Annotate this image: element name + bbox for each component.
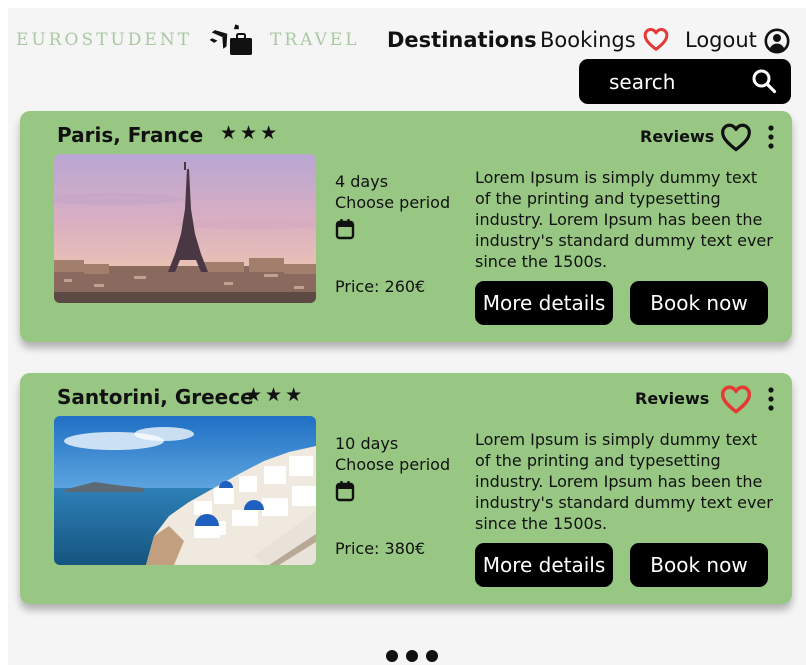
- search-input[interactable]: search: [609, 70, 675, 94]
- heart-icon[interactable]: [720, 122, 752, 152]
- more-details-button[interactable]: More details: [475, 543, 613, 587]
- brand-word-left: EUROSTUDENT: [16, 30, 193, 50]
- trip-duration: 4 days: [335, 172, 389, 191]
- calendar-icon[interactable]: [335, 480, 355, 502]
- more-options-icon[interactable]: [766, 124, 776, 150]
- star-rating: ★★★: [220, 122, 281, 144]
- more-options-icon[interactable]: [766, 386, 776, 412]
- destination-description: Lorem Ipsum is simply dummy text of the …: [475, 430, 773, 533]
- destination-card-santorini: Santorini, Greece ★★★ Reviews 10 days Ch…: [20, 373, 792, 604]
- brand-logo[interactable]: EUROSTUDENT TRAVEL: [16, 24, 360, 55]
- destination-title[interactable]: Paris, France: [57, 123, 203, 147]
- book-now-button[interactable]: Book now: [630, 281, 768, 325]
- search-bar[interactable]: search: [579, 59, 791, 104]
- reviews-link[interactable]: Reviews: [640, 127, 714, 146]
- heart-icon[interactable]: [720, 384, 752, 414]
- price-label: Price: 260€: [335, 277, 426, 296]
- price-label: Price: 380€: [335, 539, 426, 558]
- choose-period-label[interactable]: Choose period: [335, 455, 450, 474]
- nav-destinations[interactable]: Destinations: [387, 26, 537, 54]
- destination-card-paris: Paris, France ★★★ Reviews 4 days Choose …: [20, 111, 792, 342]
- choose-period-label[interactable]: Choose period: [335, 193, 450, 212]
- user-circle-icon[interactable]: [764, 28, 790, 54]
- destination-description: Lorem Ipsum is simply dummy text of the …: [475, 168, 773, 271]
- nav-bookings[interactable]: Bookings: [540, 26, 636, 54]
- reviews-link[interactable]: Reviews: [635, 389, 709, 408]
- star-rating: ★★★: [245, 384, 306, 406]
- more-details-button[interactable]: More details: [475, 281, 613, 325]
- eiffel-tower-photo[interactable]: [54, 154, 316, 303]
- destination-title[interactable]: Santorini, Greece: [57, 385, 254, 409]
- search-icon[interactable]: [751, 68, 777, 94]
- luggage-plane-icon: [209, 24, 253, 55]
- brand-word-right: TRAVEL: [270, 30, 360, 50]
- book-now-button[interactable]: Book now: [630, 543, 768, 587]
- trip-duration: 10 days: [335, 434, 399, 453]
- nav-logout[interactable]: Logout: [685, 26, 757, 54]
- santorini-photo[interactable]: [54, 416, 316, 565]
- heart-icon[interactable]: [643, 27, 669, 51]
- calendar-icon[interactable]: [335, 218, 355, 240]
- ellipsis-icon[interactable]: [384, 649, 444, 663]
